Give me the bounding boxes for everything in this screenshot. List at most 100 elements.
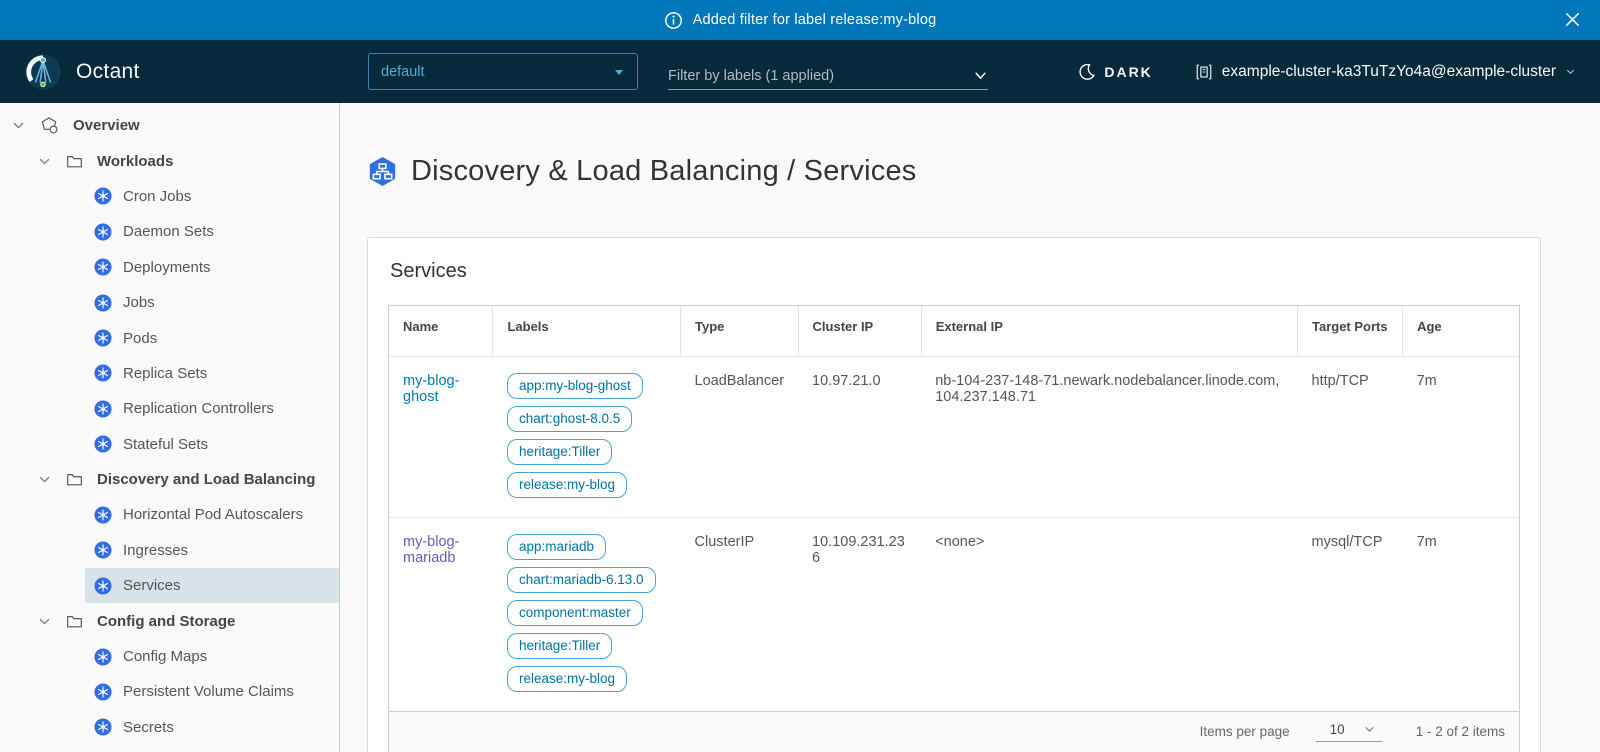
applications-icon [40,116,59,135]
sidebar-item-horizontal-pod-autoscalers[interactable]: Horizontal Pod Autoscalers [85,497,339,532]
sidebar-item-label: Pods [123,330,157,347]
replication-controllers-icon [94,400,112,418]
secrets-icon [94,718,112,736]
column-header-cluster-ip[interactable]: Cluster IP [798,306,921,357]
persistent-volume-claims-icon [94,683,112,701]
replica-sets-icon [94,364,112,382]
service-hexagon-icon [367,156,398,187]
sidebar-item-cron-jobs[interactable]: Cron Jobs [85,179,339,214]
age: 7m [1403,356,1519,517]
sidebar-item-ingresses[interactable]: Ingresses [85,533,339,568]
folder-icon [66,613,83,630]
alert-bar: Added filter for label release:my-blog [0,0,1600,40]
cron-jobs-icon [94,187,112,205]
label-badge[interactable]: app:mariadb [507,534,606,560]
chevron-down-icon[interactable] [38,615,52,628]
cluster-ip: 10.97.21.0 [798,356,921,517]
sidebar-item-label: Replication Controllers [123,400,274,417]
label-badge[interactable]: chart:ghost-8.0.5 [507,406,632,432]
label-filter-dropdown[interactable]: Filter by labels (1 applied) [668,62,988,90]
jobs-icon [94,294,112,312]
sidebar-item-label: Jobs [123,294,155,311]
label-badge[interactable]: chart:mariadb-6.13.0 [507,567,656,593]
sidebar-item-label: Replica Sets [123,365,207,382]
sidebar-item-stateful-sets[interactable]: Stateful Sets [85,427,339,462]
octant-logo-icon [24,53,62,91]
sidebar-item-replication-controllers[interactable]: Replication Controllers [85,391,339,426]
sidebar-item-deployments[interactable]: Deployments [85,250,339,285]
label-badge[interactable]: release:my-blog [507,666,627,692]
sidebar-item-config-maps[interactable]: Config Maps [85,639,339,674]
page-title: Discovery & Load Balancing / Services [411,155,916,188]
column-header-labels[interactable]: Labels [493,306,681,357]
label-badge[interactable]: heritage:Tiller [507,439,612,465]
page-size-value: 10 [1330,722,1345,737]
sidebar-item-label: Deployments [123,259,211,276]
services-table: Name Labels Type Cluster IP External IP … [388,305,1520,752]
sidebar-item-services[interactable]: Services [85,568,339,603]
sidebar-item-label: Config Maps [123,648,207,665]
cluster-name: example-cluster-ka3TuTzYo4a@example-clus… [1222,63,1556,81]
daemon-sets-icon [94,223,112,241]
dark-mode-toggle[interactable]: DARK [1078,63,1152,80]
page-size-select[interactable]: 10 [1316,722,1382,742]
services-card: Services Name Labels Type Cluster IP Ext… [367,237,1541,752]
sidebar-item-jobs[interactable]: Jobs [85,285,339,320]
service-type: ClusterIP [681,517,799,711]
close-icon[interactable] [1563,10,1582,33]
chevron-down-icon[interactable] [38,473,52,486]
label-filter-text: Filter by labels (1 applied) [668,68,973,84]
sidebar-group-discovery-load-balancing[interactable]: Discovery and Load Balancing [0,462,339,497]
age: 7m [1403,517,1519,711]
column-header-age[interactable]: Age [1403,306,1519,357]
chevron-down-icon [1565,66,1576,77]
label-badge[interactable]: release:my-blog [507,472,627,498]
sidebar-item-daemon-sets[interactable]: Daemon Sets [85,214,339,249]
cluster-selector[interactable]: example-cluster-ka3TuTzYo4a@example-clus… [1195,63,1576,81]
main-content: Discovery & Load Balancing / Services Se… [340,103,1600,752]
config-maps-icon [94,648,112,666]
sidebar-item-secrets[interactable]: Secrets [85,710,339,745]
sidebar-item-pods[interactable]: Pods [85,320,339,355]
service-name-link[interactable]: my-blog-mariadb [403,534,459,566]
namespace-selector[interactable]: default [368,53,638,90]
sidebar-item-label: Cron Jobs [123,188,191,205]
table-pagination: Items per page 10 1 - 2 of 2 items [389,711,1519,752]
chevron-down-icon [1363,723,1376,736]
items-per-page-label: Items per page [1200,724,1290,739]
label-badge[interactable]: component:master [507,600,643,626]
folder-icon [66,153,83,170]
sidebar-item-overview[interactable]: Overview [0,108,339,143]
column-header-name[interactable]: Name [389,306,493,357]
sidebar-item-label: Stateful Sets [123,436,208,453]
sidebar-item-label: Horizontal Pod Autoscalers [123,506,303,523]
sidebar-item-replica-sets[interactable]: Replica Sets [85,356,339,391]
column-header-target-ports[interactable]: Target Ports [1298,306,1403,357]
pagination-range: 1 - 2 of 2 items [1416,724,1505,739]
cluster-ip: 10.109.231.236 [798,517,921,711]
ingresses-icon [94,541,112,559]
target-ports: http/TCP [1298,356,1403,517]
branding[interactable]: Octant [24,53,140,91]
app-title: Octant [76,60,140,84]
sidebar-item-label: Overview [73,117,140,134]
column-header-type[interactable]: Type [681,306,799,357]
sidebar-item-label: Ingresses [123,542,188,559]
table-row: my-blog-mariadb app:mariadb chart:mariad… [389,517,1519,711]
moon-icon [1078,63,1095,80]
sidebar-item-label: Services [123,577,181,594]
sidebar-group-label: Workloads [97,153,173,170]
sidebar-group-workloads[interactable]: Workloads [0,143,339,178]
table-header-row: Name Labels Type Cluster IP External IP … [389,306,1519,357]
service-name-link[interactable]: my-blog-ghost [403,373,459,405]
chevron-down-icon[interactable] [12,119,26,132]
label-badge[interactable]: heritage:Tiller [507,633,612,659]
label-badge[interactable]: app:my-blog-ghost [507,373,643,399]
column-header-external-ip[interactable]: External IP [921,306,1297,357]
pods-icon [94,329,112,347]
stateful-sets-icon [94,435,112,453]
sidebar-group-label: Config and Storage [97,613,235,630]
sidebar-group-config-and-storage[interactable]: Config and Storage [0,603,339,638]
chevron-down-icon[interactable] [38,155,52,168]
sidebar-item-persistent-volume-claims[interactable]: Persistent Volume Claims [85,674,339,709]
